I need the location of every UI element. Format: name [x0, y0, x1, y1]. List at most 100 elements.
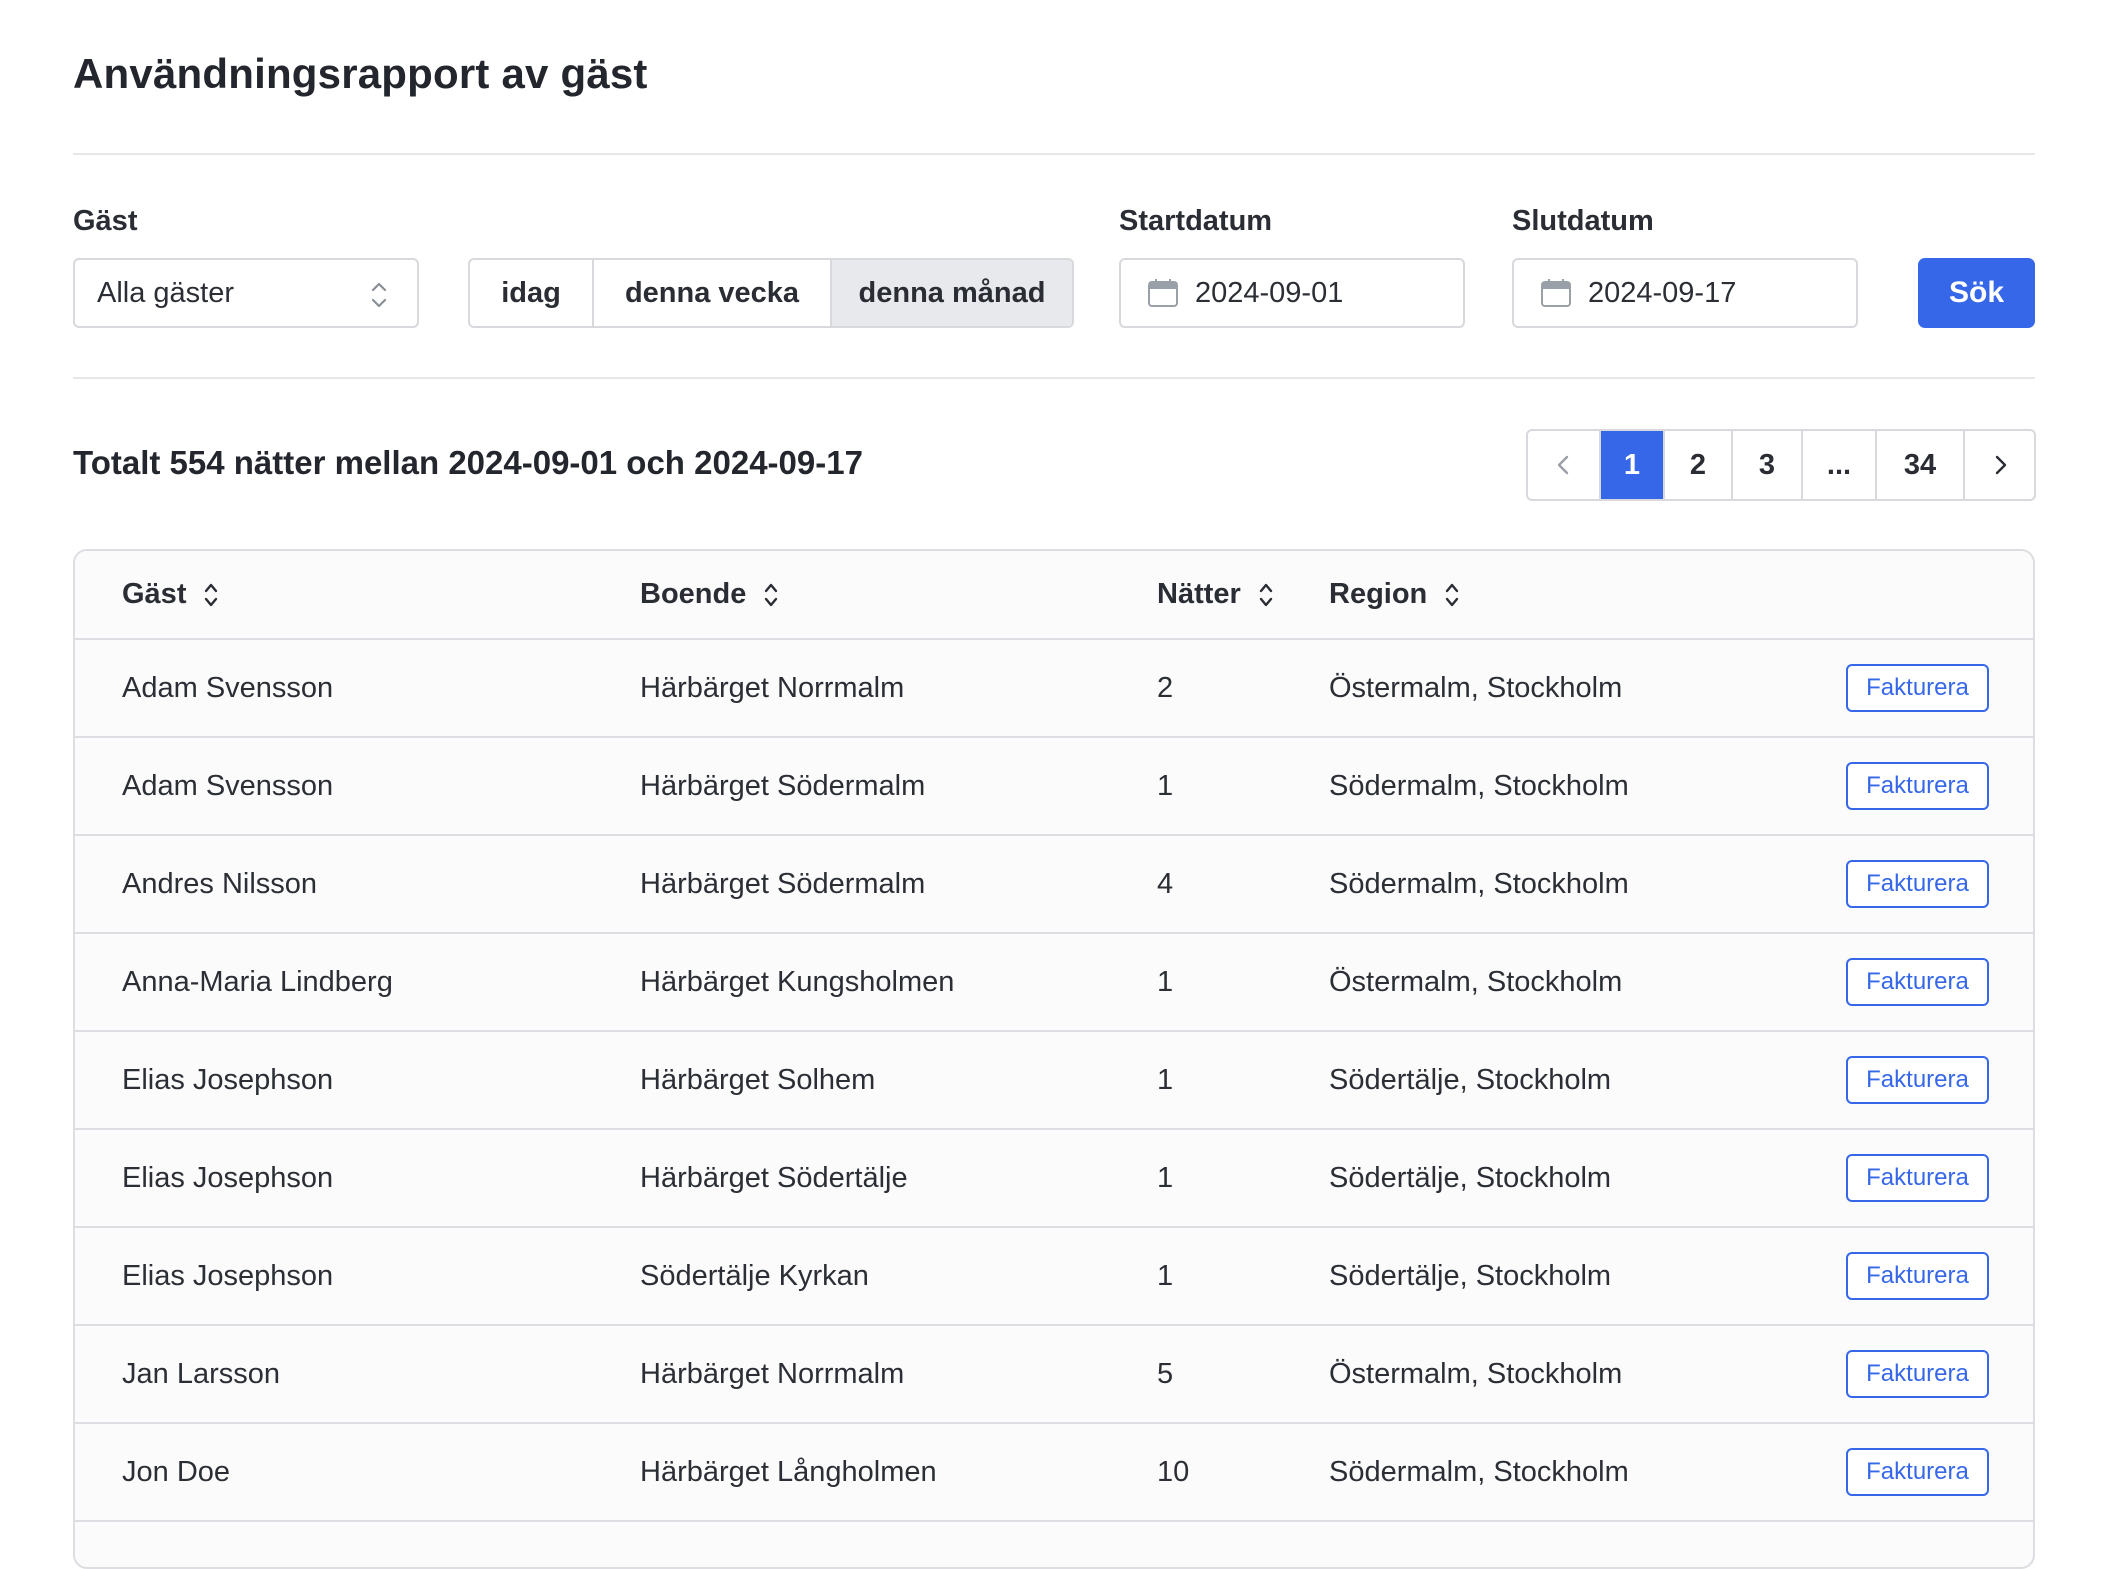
cell-guest: Adam Svensson — [122, 671, 334, 704]
cell-nights: 1 — [1157, 769, 1174, 802]
cell-region: Södertälje, Stockholm — [1329, 1063, 1612, 1096]
cell-region: Södertälje, Stockholm — [1329, 1161, 1612, 1194]
period-today-button[interactable]: idag — [470, 260, 594, 326]
cell-nights: 5 — [1157, 1357, 1174, 1390]
table-row: Adam Svensson Härbärget Södermalm 1 Söde… — [75, 738, 2033, 836]
cell-accommodation: Härbärget Södermalm — [640, 769, 926, 802]
cell-accommodation: Härbärget Långholmen — [640, 1455, 937, 1488]
calendar-icon — [1541, 279, 1571, 307]
table-row: Elias Josephson Södertälje Kyrkan 1 Söde… — [75, 1228, 2033, 1326]
cell-region: Södermalm, Stockholm — [1329, 1455, 1629, 1488]
divider — [73, 153, 2035, 155]
prev-page-button[interactable] — [1528, 431, 1601, 499]
cell-nights: 1 — [1157, 965, 1174, 998]
sort-icon — [205, 583, 218, 606]
cell-accommodation: Härbärget Solhem — [640, 1063, 876, 1096]
calendar-icon — [1148, 279, 1178, 307]
invoice-button[interactable]: Fakturera — [1846, 1448, 1989, 1496]
column-header-guest[interactable]: Gäst — [122, 551, 220, 638]
table-header: Gäst Boende Nätter Region — [75, 551, 2033, 640]
usage-table: Gäst Boende Nätter Region Adam Svensson … — [73, 549, 2035, 1569]
page-button[interactable]: 2 — [1665, 431, 1733, 499]
period-week-button[interactable]: denna vecka — [594, 260, 832, 326]
start-date-value: 2024-09-01 — [1195, 276, 1344, 309]
cell-accommodation: Härbärget Södermalm — [640, 867, 926, 900]
start-date-input[interactable]: 2024-09-01 — [1119, 258, 1465, 328]
cell-guest: Andres Nilsson — [122, 867, 318, 900]
cell-guest: Elias Josephson — [122, 1161, 334, 1194]
table-row: Anna-Maria Lindberg Härbärget Kungsholme… — [75, 934, 2033, 1032]
column-header-label: Boende — [640, 578, 747, 610]
chevron-right-icon — [1995, 455, 2006, 475]
cell-guest: Elias Josephson — [122, 1259, 334, 1292]
column-header-region[interactable]: Region — [1329, 551, 1461, 638]
cell-guest: Jon Doe — [122, 1455, 231, 1488]
guest-select[interactable]: Alla gäster — [73, 258, 419, 328]
table-row: Jan Larsson Härbärget Norrmalm 5 Österma… — [75, 1326, 2033, 1424]
cell-nights: 4 — [1157, 867, 1174, 900]
sort-icon — [765, 583, 778, 606]
cell-guest: Adam Svensson — [122, 769, 334, 802]
cell-region: Östermalm, Stockholm — [1329, 965, 1623, 998]
next-page-button[interactable] — [1965, 431, 2034, 499]
invoice-button[interactable]: Fakturera — [1846, 860, 1989, 908]
end-date-value: 2024-09-17 — [1588, 276, 1737, 309]
chevron-up-down-icon — [371, 282, 387, 308]
cell-region: Södermalm, Stockholm — [1329, 867, 1629, 900]
cell-accommodation: Härbärget Södertälje — [640, 1161, 908, 1194]
table-row: Andres Nilsson Härbärget Södermalm 4 Söd… — [75, 836, 2033, 934]
table-row: Elias Josephson Härbärget Solhem 1 Söder… — [75, 1032, 2033, 1130]
cell-region: Östermalm, Stockholm — [1329, 1357, 1623, 1390]
cell-nights: 2 — [1157, 671, 1174, 704]
cell-nights: 1 — [1157, 1063, 1174, 1096]
column-header-label: Nätter — [1157, 578, 1241, 610]
invoice-button[interactable]: Fakturera — [1846, 1154, 1989, 1202]
period-toggle: idag denna vecka denna månad — [468, 258, 1074, 328]
cell-accommodation: Södertälje Kyrkan — [640, 1259, 869, 1292]
sort-icon — [1446, 583, 1459, 606]
sort-icon — [1259, 583, 1273, 606]
start-date-label: Startdatum — [1119, 205, 1273, 237]
guest-select-value: Alla gäster — [97, 276, 235, 309]
invoice-button[interactable]: Fakturera — [1846, 1056, 1989, 1104]
column-header-nights[interactable]: Nätter — [1157, 551, 1275, 638]
end-date-label: Slutdatum — [1512, 205, 1654, 237]
cell-region: Södertälje, Stockholm — [1329, 1259, 1612, 1292]
column-header-label: Gäst — [122, 578, 187, 610]
cell-region: Södermalm, Stockholm — [1329, 769, 1629, 802]
cell-nights: 1 — [1157, 1161, 1174, 1194]
invoice-button[interactable]: Fakturera — [1846, 958, 1989, 1006]
page-title: Användningsrapport av gäst — [73, 50, 648, 97]
cell-nights: 10 — [1157, 1455, 1190, 1488]
page: Användningsrapport av gäst Gäst Alla gäs… — [0, 0, 2108, 1569]
column-header-accommodation[interactable]: Boende — [640, 551, 780, 638]
invoice-button[interactable]: Fakturera — [1846, 664, 1989, 712]
page-button[interactable]: 3 — [1733, 431, 1803, 499]
cell-region: Östermalm, Stockholm — [1329, 671, 1623, 704]
page-button[interactable]: 1 — [1601, 431, 1665, 499]
table-row: Elias Josephson Härbärget Södertälje 1 S… — [75, 1130, 2033, 1228]
table-row: Jon Doe Härbärget Långholmen 10 Södermal… — [75, 1424, 2033, 1522]
invoice-button[interactable]: Fakturera — [1846, 1350, 1989, 1398]
search-button[interactable]: Sök — [1918, 258, 2035, 328]
cell-guest: Jan Larsson — [122, 1357, 280, 1390]
cell-accommodation: Härbärget Norrmalm — [640, 671, 905, 704]
result-summary: Totalt 554 nätter mellan 2024-09-01 och … — [73, 444, 863, 481]
divider — [73, 377, 2035, 379]
page-ellipsis: ... — [1803, 431, 1877, 499]
cell-guest: Elias Josephson — [122, 1063, 334, 1096]
cell-accommodation: Härbärget Norrmalm — [640, 1357, 905, 1390]
chevron-left-icon — [1557, 455, 1568, 475]
cell-nights: 1 — [1157, 1259, 1174, 1292]
page-button[interactable]: 34 — [1877, 431, 1965, 499]
invoice-button[interactable]: Fakturera — [1846, 1252, 1989, 1300]
cell-accommodation: Härbärget Kungsholmen — [640, 965, 955, 998]
table-row: Adam Svensson Härbärget Norrmalm 2 Öster… — [75, 640, 2033, 738]
cell-guest: Anna-Maria Lindberg — [122, 965, 393, 998]
column-header-label: Region — [1329, 578, 1428, 610]
invoice-button[interactable]: Fakturera — [1846, 762, 1989, 810]
period-month-button[interactable]: denna månad — [832, 260, 1072, 326]
pagination: 1 2 3 ... 34 — [1526, 429, 2036, 501]
end-date-input[interactable]: 2024-09-17 — [1512, 258, 1858, 328]
guest-filter-label: Gäst — [73, 205, 138, 237]
